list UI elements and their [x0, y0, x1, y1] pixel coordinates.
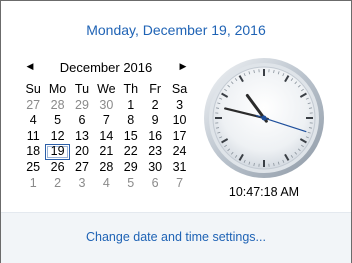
calendar-day[interactable]: 17: [167, 129, 191, 145]
calendar-day[interactable]: 6: [70, 113, 94, 129]
calendar-day[interactable]: 24: [167, 144, 191, 160]
calendar-day[interactable]: 5: [45, 113, 69, 129]
calendar-day[interactable]: 1: [21, 176, 45, 192]
calendar-day[interactable]: 1: [119, 98, 143, 114]
calendar-day[interactable]: 12: [45, 129, 69, 145]
date-time-flyout: Monday, December 19, 2016 ◀ December 201…: [0, 0, 352, 263]
calendar-day[interactable]: 22: [119, 144, 143, 160]
calendar-day[interactable]: 21: [94, 144, 118, 160]
calendar-day[interactable]: 7: [94, 113, 118, 129]
calendar-day[interactable]: 5: [119, 176, 143, 192]
weekday-label: Sa: [171, 82, 188, 96]
calendar-day[interactable]: 4: [94, 176, 118, 192]
calendar-day[interactable]: 3: [70, 176, 94, 192]
weekday-label: Mo: [48, 82, 67, 96]
calendar-day[interactable]: 27: [70, 160, 94, 176]
calendar-week-row: 11 12 13 14 15 16 17: [21, 129, 192, 145]
calendar-day[interactable]: 2: [45, 176, 69, 192]
calendar-day[interactable]: 20: [70, 144, 94, 160]
flyout-footer: Change date and time settings...: [1, 212, 351, 263]
calendar-week-row: 18 19 20 21 22 23 24: [21, 144, 192, 160]
calendar-day[interactable]: 10: [167, 113, 191, 129]
calendar-day[interactable]: 6: [143, 176, 167, 192]
calendar-day[interactable]: 28: [45, 98, 69, 114]
calendar-day[interactable]: 9: [143, 113, 167, 129]
calendar-week-row: 25 26 27 28 29 30 31: [21, 160, 192, 176]
digital-time-label: 10:47:18 AM: [228, 185, 300, 199]
weekday-header-row: Su Mo Tu We Th Fr Sa: [21, 82, 192, 98]
calendar-week-row: 27 28 29 30 1 2 3: [21, 98, 192, 114]
calendar-day[interactable]: 4: [21, 113, 45, 129]
change-date-time-settings-link[interactable]: Change date and time settings...: [1, 230, 351, 244]
weekday-label: Th: [123, 82, 139, 96]
calendar-day[interactable]: 13: [70, 129, 94, 145]
calendar-day[interactable]: 7: [167, 176, 191, 192]
calendar-day[interactable]: 18: [21, 144, 45, 160]
calendar-day[interactable]: 29: [70, 98, 94, 114]
triangle-left-icon: ◀: [26, 61, 34, 71]
calendar-day[interactable]: 31: [167, 160, 191, 176]
calendar-day[interactable]: 26: [45, 160, 69, 176]
previous-month-button[interactable]: ◀: [23, 59, 37, 73]
calendar-day[interactable]: 11: [21, 129, 45, 145]
calendar-day[interactable]: 14: [94, 129, 118, 145]
weekday-label: Tu: [74, 82, 90, 96]
calendar-day[interactable]: 25: [21, 160, 45, 176]
calendar-day[interactable]: 8: [119, 113, 143, 129]
weekday-label: We: [97, 82, 116, 96]
next-month-button[interactable]: ▶: [176, 59, 190, 73]
calendar-day[interactable]: 27: [21, 98, 45, 114]
triangle-right-icon: ▶: [179, 61, 187, 71]
calendar-day[interactable]: 15: [119, 129, 143, 145]
calendar-month-label[interactable]: December 2016: [41, 60, 171, 75]
analog-clock-icon: [204, 58, 324, 178]
calendar-day[interactable]: 16: [143, 129, 167, 145]
calendar-day[interactable]: 30: [143, 160, 167, 176]
weekday-label: Su: [25, 82, 41, 96]
calendar-day[interactable]: 30: [94, 98, 118, 114]
current-date-link[interactable]: Monday, December 19, 2016: [1, 22, 351, 38]
weekday-label: Fr: [149, 82, 162, 96]
calendar-day[interactable]: 23: [143, 144, 167, 160]
calendar-day[interactable]: 28: [94, 160, 118, 176]
calendar-days: 27 28 29 30 1 2 3 4 5 6 7 8 9 10 11 12 13 14 15 16 17 18 19 20 2…: [21, 98, 192, 192]
calendar-grid: Su Mo Tu We Th Fr Sa 27 28 29 30 1 2 3 4 5 6 7 8 9 10 11 12 13…: [21, 82, 192, 191]
calendar-day[interactable]: 2: [143, 98, 167, 114]
calendar-day[interactable]: 3: [167, 98, 191, 114]
calendar-day[interactable]: 29: [119, 160, 143, 176]
clock-center: [261, 115, 267, 121]
calendar-week-row: 4 5 6 7 8 9 10: [21, 113, 192, 129]
calendar-week-row: 1234567: [21, 176, 192, 192]
calendar-day-today[interactable]: 19: [45, 144, 70, 160]
